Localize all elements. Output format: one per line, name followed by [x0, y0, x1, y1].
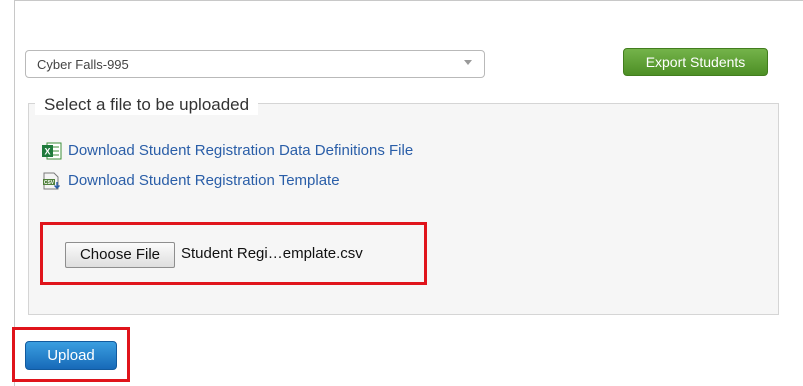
chevron-down-icon: [464, 60, 472, 65]
school-select-value: Cyber Falls-995: [37, 57, 129, 72]
excel-file-icon: X: [42, 142, 62, 160]
upload-button[interactable]: Upload: [25, 341, 117, 370]
export-students-button[interactable]: Export Students: [623, 48, 768, 76]
download-template-link[interactable]: Download Student Registration Template: [68, 172, 340, 190]
selected-file-name: Student Regi…emplate.csv: [181, 245, 363, 262]
choose-file-button[interactable]: Choose File: [65, 242, 175, 268]
csv-file-icon: CSV: [43, 172, 60, 190]
upload-fieldset-legend: Select a file to be uploaded: [35, 95, 259, 115]
svg-text:CSV: CSV: [44, 180, 55, 186]
svg-text:X: X: [44, 147, 50, 157]
school-select[interactable]: Cyber Falls-995: [25, 50, 485, 78]
download-definitions-link[interactable]: Download Student Registration Data Defin…: [68, 142, 413, 160]
